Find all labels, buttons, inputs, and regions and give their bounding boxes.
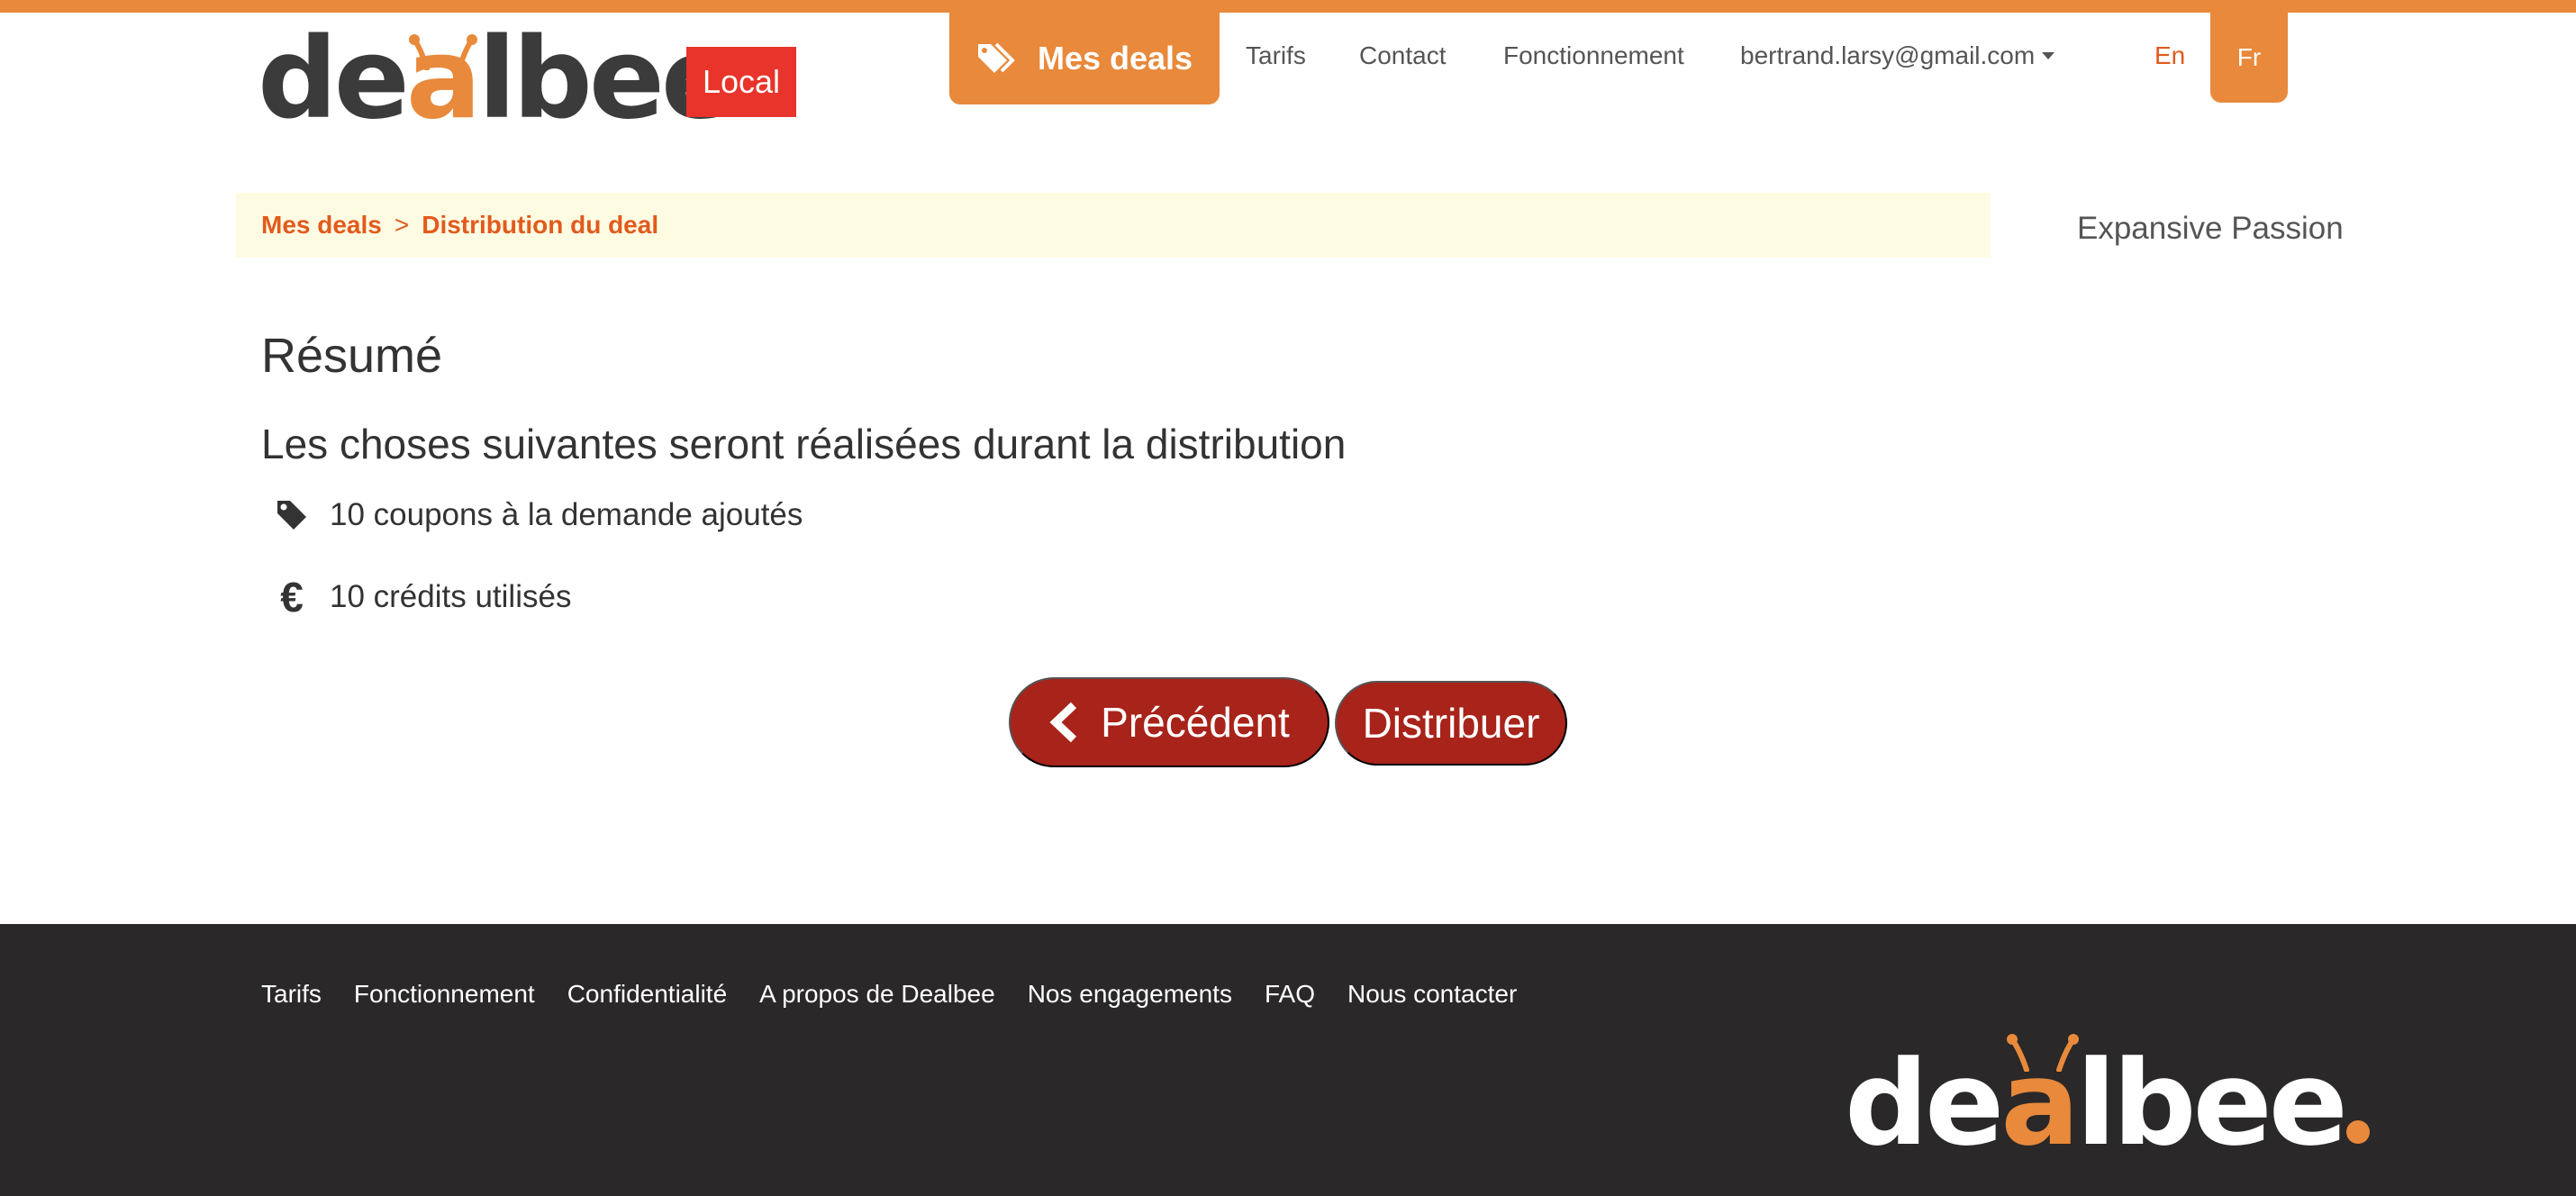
footer: Tarifs Fonctionnement Confidentialité A … xyxy=(0,924,2576,1196)
footer-link-contacter[interactable]: Nous contacter xyxy=(1347,980,1517,1009)
lang-en[interactable]: En xyxy=(2154,41,2185,70)
footer-dealbee-logo[interactable]: dealbee xyxy=(1845,1034,2370,1162)
breadcrumb-separator: > xyxy=(394,211,410,239)
caret-down-icon xyxy=(2042,52,2055,59)
distribute-button[interactable]: Distribuer xyxy=(1335,681,1567,766)
footer-links: Tarifs Fonctionnement Confidentialité A … xyxy=(261,980,1517,1009)
nav-mes-deals-label: Mes deals xyxy=(1037,40,1193,77)
company-name: Expansive Passion xyxy=(2077,211,2344,246)
footer-link-tarifs[interactable]: Tarifs xyxy=(261,980,322,1009)
footer-logo-wordmark: dealbee xyxy=(1845,1045,2370,1162)
summary-item-credits: € 10 crédits utilisés xyxy=(274,576,571,618)
breadcrumb-mes-deals[interactable]: Mes deals xyxy=(261,211,382,240)
footer-link-confidentialite[interactable]: Confidentialité xyxy=(567,980,727,1009)
nav-tarifs[interactable]: Tarifs xyxy=(1246,41,1306,70)
summary-item-credits-text: 10 crédits utilisés xyxy=(330,579,572,614)
summary-item-coupons-text: 10 coupons à la demande ajoutés xyxy=(330,497,803,532)
top-accent-bar xyxy=(0,0,2576,13)
nav-fonctionnement[interactable]: Fonctionnement xyxy=(1503,41,1684,70)
footer-link-fonctionnement[interactable]: Fonctionnement xyxy=(354,980,535,1009)
lang-fr[interactable]: Fr xyxy=(2210,13,2288,103)
footer-bee-antenna-icon xyxy=(2007,1034,2079,1072)
summary-item-coupons: 10 coupons à la demande ajoutés xyxy=(274,497,803,533)
user-email: bertrand.larsy@gmail.com xyxy=(1740,41,2036,69)
euro-icon: € xyxy=(280,574,304,621)
breadcrumb: Mes deals > Distribution du deal xyxy=(236,193,1991,258)
tag-icon xyxy=(274,499,310,531)
footer-link-engagements[interactable]: Nos engagements xyxy=(1028,980,1232,1009)
local-badge: Local xyxy=(686,47,796,117)
logo-wordmark: dealbee xyxy=(258,23,759,135)
bee-antenna-icon xyxy=(409,34,477,70)
previous-button-label: Précédent xyxy=(1101,699,1290,746)
footer-link-faq[interactable]: FAQ xyxy=(1265,980,1315,1009)
breadcrumb-distribution[interactable]: Distribution du deal xyxy=(422,211,658,240)
chevron-left-icon xyxy=(1049,702,1077,743)
previous-button[interactable]: Précédent xyxy=(1009,677,1329,767)
page-subtitle: Les choses suivantes seront réalisées du… xyxy=(261,421,1347,467)
tags-icon xyxy=(977,42,1015,73)
nav-mes-deals[interactable]: Mes deals xyxy=(949,13,1220,104)
dealbee-logo[interactable]: dealbee xyxy=(258,23,759,135)
footer-link-a-propos[interactable]: A propos de Dealbee xyxy=(759,980,995,1009)
user-menu-dropdown[interactable]: bertrand.larsy@gmail.com xyxy=(1740,41,2055,70)
nav-contact[interactable]: Contact xyxy=(1359,41,1447,70)
page-title: Résumé xyxy=(261,329,443,383)
